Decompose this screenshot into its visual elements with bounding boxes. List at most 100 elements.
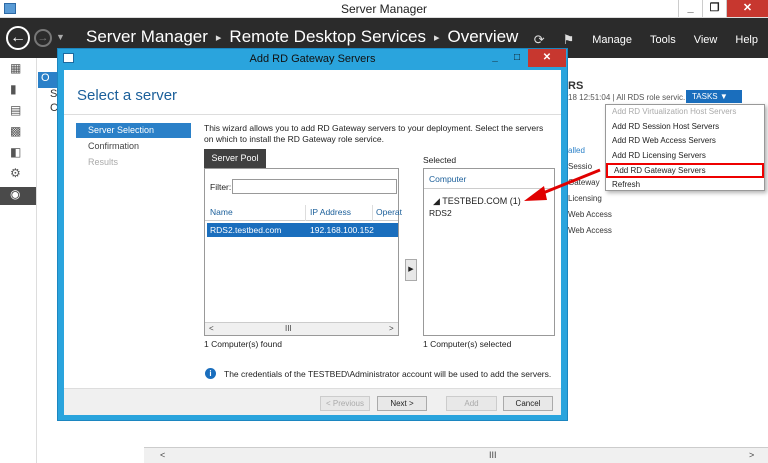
- list-item: Web Access: [568, 226, 612, 235]
- column-ip-address[interactable]: IP Address: [310, 207, 351, 217]
- scroll-thumb[interactable]: III: [489, 450, 497, 460]
- sidebar-item-servers[interactable]: S: [38, 88, 58, 102]
- menu-item-refresh[interactable]: Refresh: [606, 178, 764, 193]
- tab-server-pool[interactable]: Server Pool: [204, 149, 266, 168]
- iis-icon[interactable]: ◧: [0, 145, 36, 163]
- history-dropdown-icon[interactable]: ▼: [56, 32, 65, 42]
- breadcrumb-separator-icon: ▸: [215, 31, 222, 44]
- cancel-button[interactable]: Cancel: [503, 396, 553, 411]
- page-heading: Select a server: [77, 87, 178, 104]
- close-button[interactable]: ✕: [726, 0, 768, 17]
- intro-text: This wizard allows you to add RD Gateway…: [204, 123, 544, 144]
- restore-button[interactable]: ❐: [702, 0, 726, 17]
- list-item: Web Access: [568, 210, 612, 219]
- window-titlebar: Server Manager _ ❐ ✕: [0, 0, 768, 18]
- menu-help[interactable]: Help: [735, 34, 758, 46]
- refresh-icon[interactable]: ⟳: [534, 32, 545, 48]
- cell-server-name: RDS2.testbed.com: [210, 225, 282, 235]
- left-nav: ▦ ▮ ▤ ▩ ◧ ⚙ ◉: [0, 58, 37, 463]
- dialog-maximize-button[interactable]: □: [506, 49, 528, 67]
- list-item: Licensing: [568, 194, 602, 203]
- column-computer[interactable]: Computer: [429, 174, 466, 184]
- scroll-left-icon[interactable]: <: [209, 324, 214, 333]
- column-name[interactable]: Name: [210, 207, 233, 217]
- scroll-right-icon[interactable]: >: [389, 324, 394, 333]
- filter-label: Filter:: [210, 182, 232, 192]
- breadcrumb-item-overview[interactable]: Overview: [447, 27, 518, 47]
- minimize-button[interactable]: _: [678, 0, 702, 17]
- selected-item[interactable]: RDS2: [429, 208, 452, 218]
- add-button: Add: [446, 396, 497, 411]
- previous-button: < Previous: [320, 396, 370, 411]
- scroll-left-icon[interactable]: <: [160, 450, 165, 460]
- dialog-body: Select a server Server Selection Confirm…: [64, 70, 561, 415]
- menu-item-add-licensing[interactable]: Add RD Licensing Servers: [606, 149, 764, 164]
- local-server-icon[interactable]: ▮: [0, 82, 36, 100]
- panel-subtitle: 18 12:51:04 | All RDS role servic...: [568, 93, 690, 102]
- column-operating-system[interactable]: Operat: [376, 207, 402, 217]
- info-text: The credentials of the TESTBED\Administr…: [224, 368, 552, 379]
- credentials-info: i The credentials of the TESTBED\Adminis…: [205, 368, 551, 379]
- info-icon: i: [205, 368, 216, 379]
- next-button[interactable]: Next >: [377, 396, 427, 411]
- server-pool-list: Filter: Name IP Address Operat RDS2.test…: [204, 168, 402, 336]
- add-to-selected-button[interactable]: ▶: [405, 259, 417, 281]
- tools-icon[interactable]: ⚙: [0, 166, 36, 184]
- flag-icon[interactable]: ⚑: [563, 32, 575, 48]
- breadcrumb-item-server-manager[interactable]: Server Manager: [86, 27, 208, 47]
- menu-tools[interactable]: Tools: [650, 34, 676, 46]
- filter-input[interactable]: [232, 179, 397, 194]
- forward-arrow-icon[interactable]: →: [34, 29, 52, 47]
- menu-manage[interactable]: Manage: [592, 34, 632, 46]
- breadcrumb-separator-icon: ▸: [433, 31, 440, 44]
- step-server-selection[interactable]: Server Selection: [76, 123, 191, 138]
- scroll-right-icon[interactable]: >: [749, 450, 754, 460]
- pool-scrollbar[interactable]: < III >: [205, 322, 398, 335]
- breadcrumb-item-rds[interactable]: Remote Desktop Services: [229, 27, 426, 47]
- add-rd-gateway-dialog: Add RD Gateway Servers _ □ ✕ Select a se…: [57, 48, 568, 421]
- dialog-close-button[interactable]: ✕: [528, 49, 566, 67]
- dialog-controls: _ □ ✕: [484, 49, 566, 67]
- divider: [424, 188, 554, 189]
- wizard-steps: Server Selection Confirmation Results: [76, 123, 191, 171]
- menu-view[interactable]: View: [694, 34, 718, 46]
- column-divider[interactable]: [305, 205, 306, 221]
- column-headers: Name IP Address Operat: [205, 205, 402, 221]
- column-divider[interactable]: [372, 205, 373, 221]
- background-sidebar: O S C: [38, 58, 58, 463]
- menu-item-add-web-access[interactable]: Add RD Web Access Servers: [606, 134, 764, 149]
- step-confirmation[interactable]: Confirmation: [76, 139, 191, 154]
- file-services-icon[interactable]: ▩: [0, 124, 36, 142]
- dialog-minimize-button[interactable]: _: [484, 49, 506, 67]
- tasks-dropdown-menu: Add RD Virtualization Host Servers Add R…: [605, 104, 765, 191]
- menu-item-add-gateway[interactable]: Add RD Gateway Servers: [606, 163, 764, 178]
- sidebar-item-collections[interactable]: C: [38, 102, 58, 116]
- computers-found-text: 1 Computer(s) found: [204, 339, 282, 349]
- sidebar-item-overview[interactable]: O: [38, 72, 58, 88]
- scroll-thumb[interactable]: III: [285, 324, 292, 333]
- rds-icon[interactable]: ◉: [0, 187, 36, 205]
- selected-servers-list: Computer ◢ TESTBED.COM (1) RDS2: [423, 168, 555, 336]
- table-row[interactable]: RDS2.testbed.com 192.168.100.152: [207, 223, 398, 237]
- group-label: TESTBED.COM (1): [442, 196, 521, 206]
- header-menu: ⟳ ⚑ Manage Tools View Help: [534, 32, 758, 48]
- group-row[interactable]: ◢ TESTBED.COM (1): [433, 196, 521, 207]
- back-arrow-icon[interactable]: ←: [6, 26, 30, 50]
- panel-title: RS: [568, 80, 584, 92]
- horizontal-scrollbar[interactable]: < III >: [144, 447, 768, 463]
- computers-selected-text: 1 Computer(s) selected: [423, 339, 512, 349]
- window-controls: _ ❐ ✕: [678, 0, 768, 18]
- cell-ip-address: 192.168.100.152: [310, 225, 374, 235]
- window-title: Server Manager: [340, 2, 428, 16]
- tasks-label: TASKS: [692, 92, 718, 101]
- dashboard-icon[interactable]: ▦: [0, 61, 36, 79]
- breadcrumb: Server Manager ▸ Remote Desktop Services…: [86, 27, 518, 47]
- divider: [64, 114, 561, 115]
- menu-item-add-session-host[interactable]: Add RD Session Host Servers: [606, 120, 764, 135]
- tasks-button[interactable]: TASKS ▼: [686, 90, 742, 103]
- dialog-footer: < Previous Next > Add Cancel: [64, 388, 561, 415]
- selected-label: Selected: [423, 155, 457, 165]
- all-servers-icon[interactable]: ▤: [0, 103, 36, 121]
- collapse-triangle-icon[interactable]: ◢: [433, 196, 440, 206]
- step-results: Results: [88, 157, 119, 167]
